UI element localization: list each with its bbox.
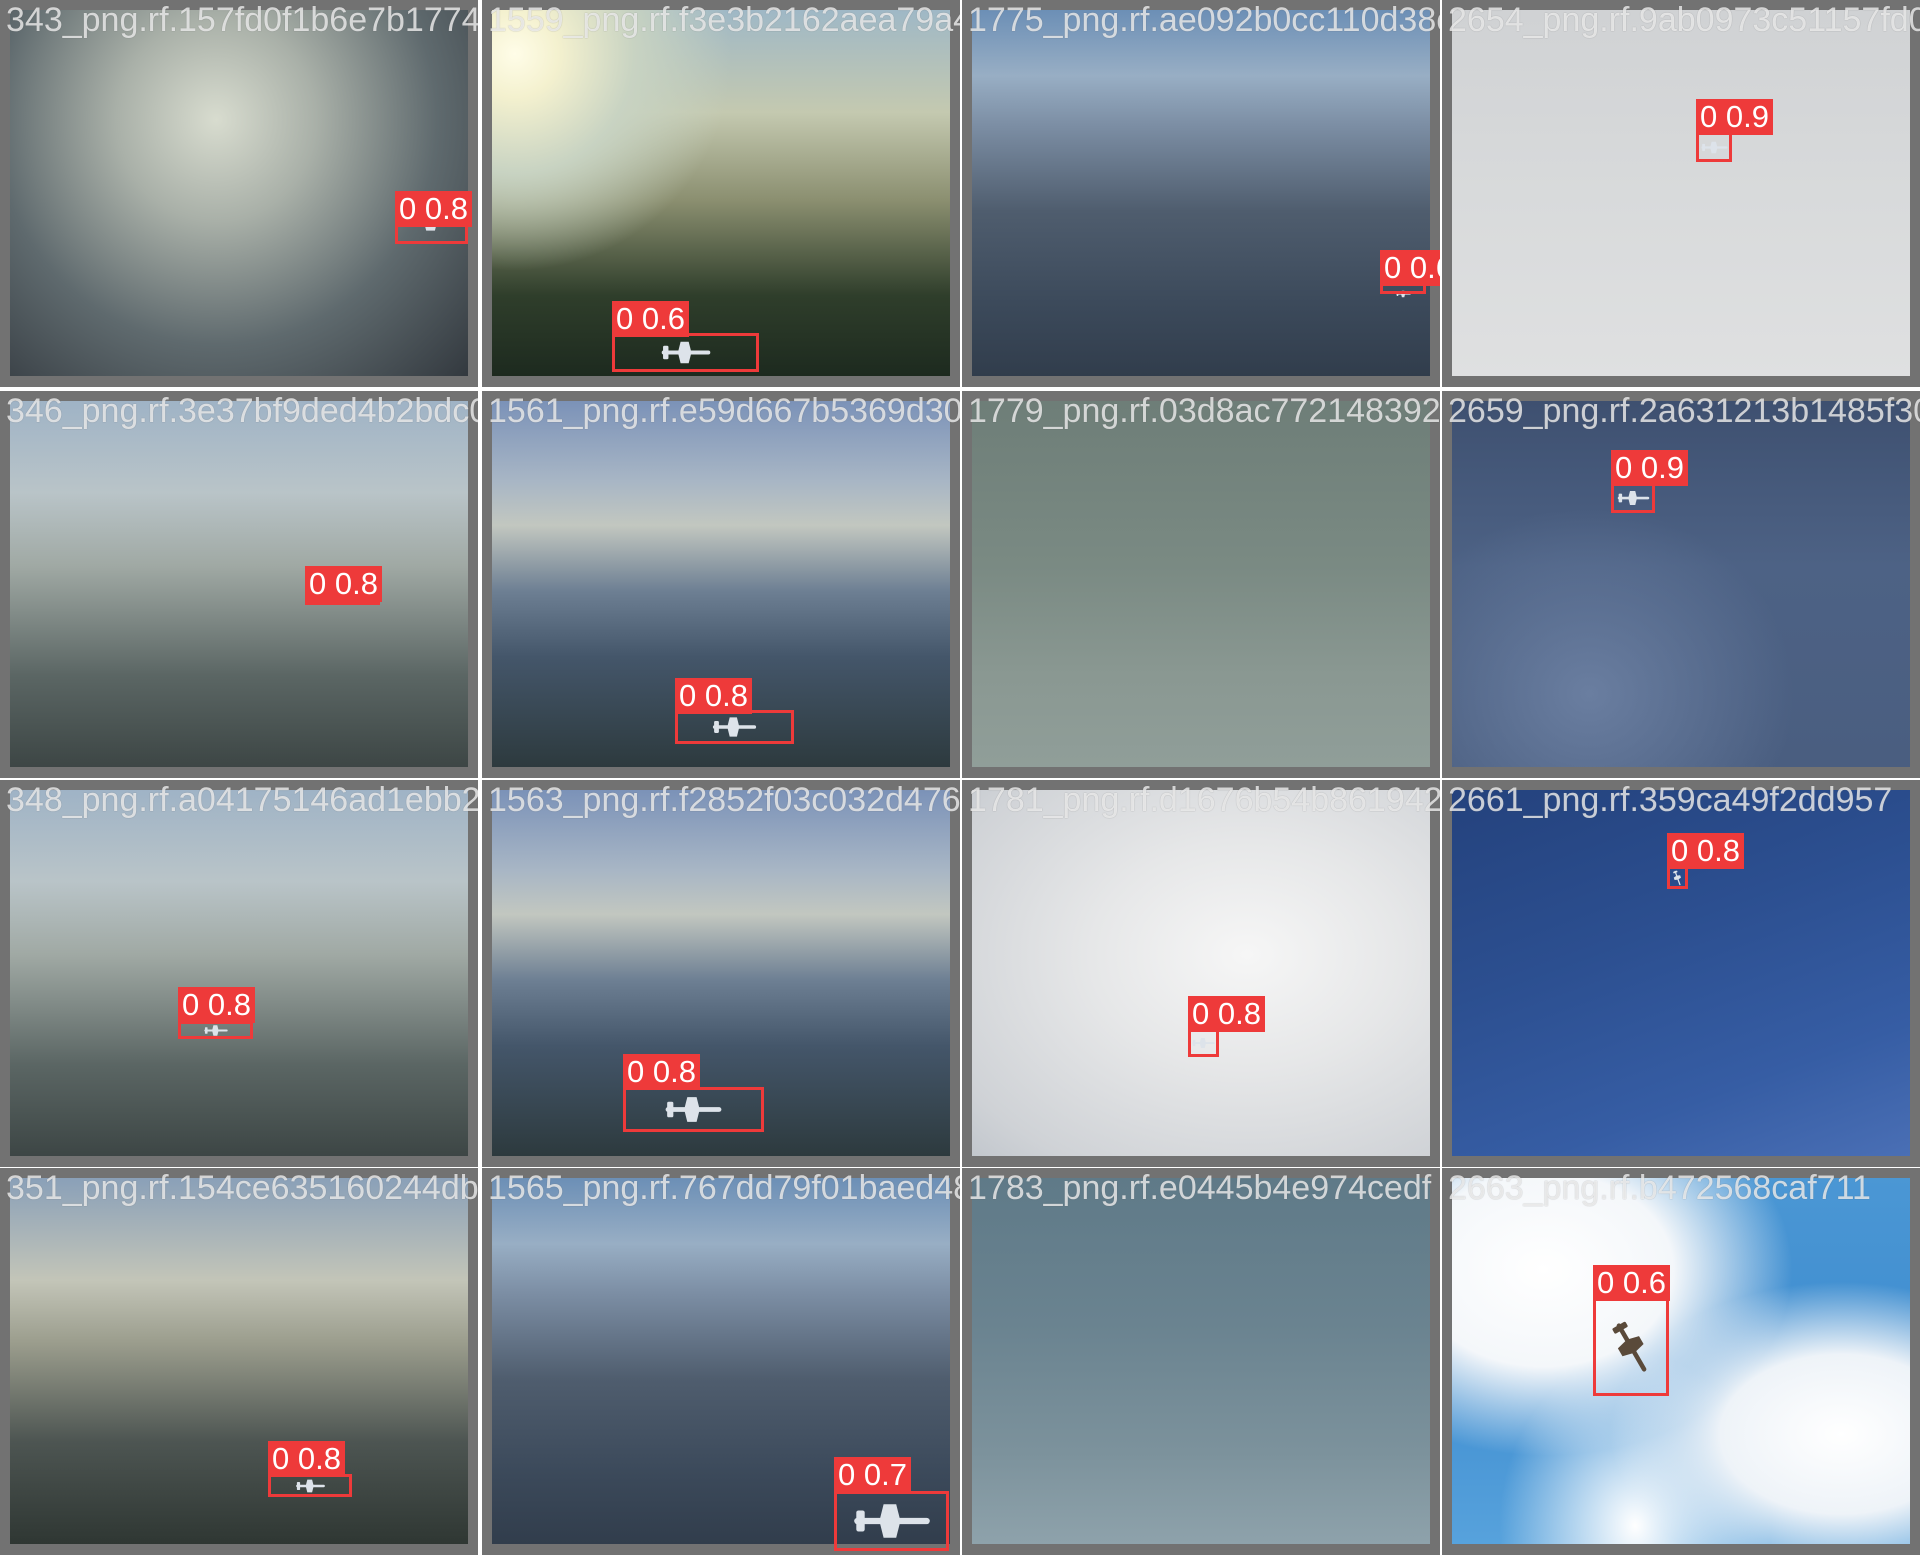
detection-label: 0 0.8 (268, 1441, 345, 1477)
mosaic-tile: 1565_png.rf.767dd79f01baed483 0 0.7 (482, 1168, 960, 1555)
mosaic-tile: 346_png.rf.3e37bf9ded4b2bdc085510 0.8 (0, 391, 478, 778)
mosaic-tile: 1559_png.rf.f3e3b2162aea79a48800 0.6 (482, 0, 960, 387)
detection-label: 0 0.6 (1593, 1265, 1670, 1301)
aerial-photo (972, 10, 1430, 376)
detection-box (623, 1087, 764, 1132)
detection-label: 0 0.7 (834, 1457, 911, 1493)
aerial-photo (1452, 10, 1910, 376)
mosaic-tile: 348_png.rf.a04175146ad1ebb22670 0.8 (0, 780, 478, 1167)
detection-label: 0 0.6 (612, 301, 689, 337)
mosaic-tile: 1781_png.rf.d1676b54b86194207 0 0.8 (962, 780, 1440, 1167)
aerial-photo (10, 401, 468, 767)
detection-label: 0 0.8 (305, 566, 382, 602)
detection-mosaic: 343_png.rf.157fd0f1b6e7b17741d77c2016752… (0, 0, 1920, 1556)
aerial-photo (1452, 1178, 1910, 1544)
mosaic-tile: 1563_png.rf.f2852f03c032d4765 0 0.8 (482, 780, 960, 1167)
mosaic-tile: 1783_png.rf.e0445b4e974cedf (962, 1168, 1440, 1555)
detection-label: 0 0.8 (675, 678, 752, 714)
aerial-photo (972, 401, 1430, 767)
detection-label: 0 0.9 (1611, 450, 1688, 486)
mosaic-tile: 1779_png.rf.03d8ac772148392852 (962, 391, 1440, 778)
detection-label: 0 0.8 (1188, 996, 1265, 1032)
aerial-photo (972, 790, 1430, 1156)
aerial-photo (10, 790, 468, 1156)
detection-box (675, 710, 794, 744)
detection-box (1188, 1029, 1219, 1057)
detection-box (178, 1021, 253, 1039)
aerial-photo (492, 10, 950, 376)
mosaic-tile: 2654_png.rf.9ab0973c51157fd0 0 0.9 (1442, 0, 1920, 387)
detection-box (1593, 1298, 1669, 1396)
detection-label: 0 0.8 (623, 1054, 700, 1090)
mosaic-tile: 2663_png.rf.b472568caf711 0 0.6 (1442, 1168, 1920, 1555)
aerial-photo (972, 1178, 1430, 1544)
detection-label: 0 0.9 (1696, 99, 1773, 135)
detection-label: 0 0.8 (178, 987, 255, 1023)
detection-label: 0 0.6 (1380, 250, 1440, 286)
detection-label: 0 0.8 (1667, 833, 1744, 869)
mosaic-tile: 343_png.rf.157fd0f1b6e7b17741d77c2016752… (0, 0, 478, 387)
mosaic-tile: 351_png.rf.154ce635160244db36 0 0.8 (0, 1168, 478, 1555)
detection-box (268, 1474, 352, 1497)
detection-box (1611, 482, 1655, 513)
detection-box (834, 1491, 949, 1551)
mosaic-tile: 1561_png.rf.e59d667b5369d3044 0 0.8 (482, 391, 960, 778)
detection-box (1667, 866, 1688, 889)
mosaic-tile: 2661_png.rf.359ca49f2dd957 0 0.8 (1442, 780, 1920, 1167)
mosaic-tile: 1775_png.rf.ae092b0cc110d38c42310 0.6 (962, 0, 1440, 387)
detection-box (1696, 132, 1732, 162)
detection-box (612, 333, 759, 372)
mosaic-tile: 2659_png.rf.2a631213b1485f30 0 0.9 (1442, 391, 1920, 778)
aerial-photo (10, 1178, 468, 1544)
detection-label: 0 0.8 (395, 191, 472, 227)
